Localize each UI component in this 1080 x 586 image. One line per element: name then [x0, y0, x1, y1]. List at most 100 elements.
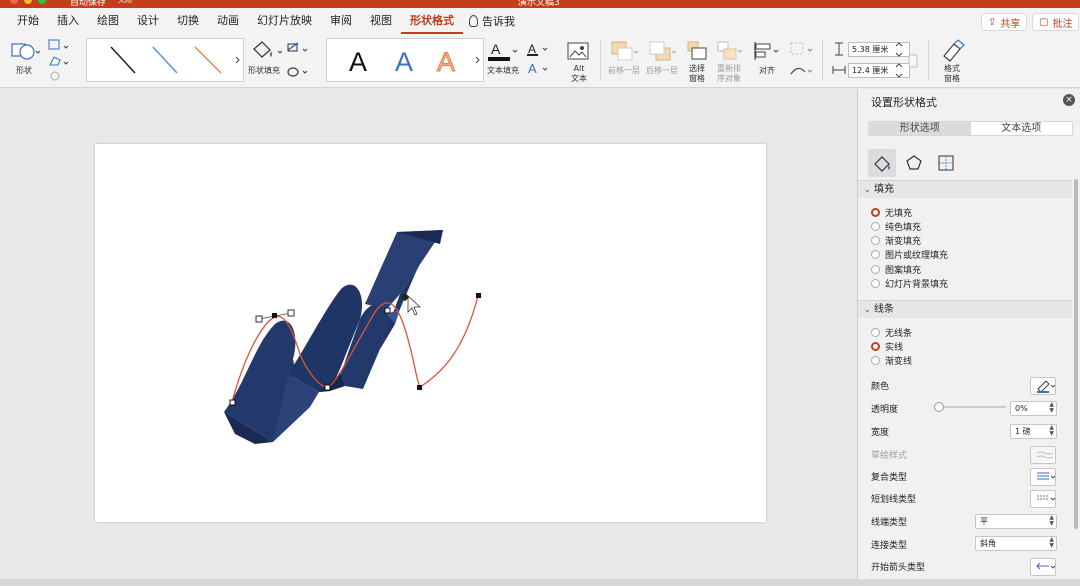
line-style-black[interactable] — [110, 46, 136, 74]
transparency-slider-thumb[interactable] — [934, 402, 944, 412]
reorder-objects-icon[interactable] — [716, 40, 744, 62]
format-pane-icon[interactable] — [940, 38, 966, 64]
transparency-slider[interactable] — [934, 401, 1008, 413]
line-option-solid[interactable]: 实线 — [871, 340, 903, 353]
stepper-icon[interactable]: ▲ ▼ — [1049, 402, 1054, 414]
vertex-point[interactable] — [272, 313, 277, 318]
line-style-blue[interactable] — [152, 46, 178, 74]
tab-animations[interactable]: 动画 — [208, 8, 248, 34]
bring-forward-icon[interactable] — [610, 40, 638, 62]
edit-shape-icons[interactable] — [47, 38, 73, 82]
height-stepper-icon[interactable] — [895, 40, 903, 60]
line-option-none[interactable]: 无线条 — [871, 326, 912, 339]
text-outline-effects-icons[interactable]: A A — [525, 40, 551, 78]
compound-type-picker[interactable] — [1030, 468, 1056, 486]
pane-scrollbar-thumb[interactable] — [1074, 179, 1078, 529]
tab-shape-options[interactable]: 形状选项 — [869, 122, 971, 135]
vertex-point[interactable] — [384, 307, 391, 314]
vertex-point[interactable] — [417, 385, 422, 390]
bezier-handle-point[interactable] — [255, 315, 263, 323]
cap-type-select[interactable]: 平 ▲ ▼ — [975, 514, 1057, 529]
join-type-value: 斜角 — [980, 539, 996, 548]
minimize-window-button[interactable] — [24, 0, 32, 4]
vertex-point[interactable] — [476, 293, 481, 298]
wordart-style-black[interactable]: A — [349, 47, 367, 77]
tab-transitions[interactable]: 切换 — [168, 8, 208, 34]
tab-text-options[interactable]: 文本选项 — [971, 122, 1073, 135]
send-backward-icon[interactable] — [648, 40, 676, 62]
line-option-gradient[interactable]: 渐变线 — [871, 354, 912, 367]
fill-line-category-button[interactable] — [868, 149, 896, 177]
text-fill-icon[interactable]: A — [487, 40, 519, 64]
line-style-orange[interactable] — [194, 46, 222, 74]
close-icon[interactable]: × — [1063, 94, 1075, 106]
bezier-handle-point[interactable] — [287, 309, 295, 317]
outline-effects-icons[interactable] — [286, 40, 312, 80]
radio[interactable] — [871, 265, 880, 274]
alt-text-icon[interactable] — [566, 40, 592, 62]
radio[interactable] — [871, 250, 880, 259]
begin-arrow-type-picker[interactable] — [1030, 558, 1056, 576]
chevron-right-icon[interactable] — [235, 56, 240, 64]
line-color-picker[interactable] — [1030, 377, 1056, 395]
line-style-previews — [110, 46, 240, 74]
share-button[interactable]: ⇪ 共享 — [981, 13, 1028, 31]
tab-review[interactable]: 审阅 — [321, 8, 361, 34]
tab-view[interactable]: 视图 — [361, 8, 401, 34]
effects-category-button[interactable] — [900, 149, 928, 177]
tab-shape-format[interactable]: 形状格式 — [401, 8, 463, 34]
autosave-toggle[interactable]: 关闭 — [118, 0, 132, 5]
shapes-icon[interactable] — [10, 40, 40, 62]
tell-me-search[interactable]: 告诉我 — [463, 13, 515, 29]
wordart-gallery[interactable]: A A A — [326, 38, 484, 82]
comment-icon: ▢ — [1039, 16, 1049, 28]
arrow-line-icon — [1036, 562, 1056, 570]
tab-insert[interactable]: 插入 — [48, 8, 88, 34]
vertex-point[interactable] — [324, 384, 331, 391]
group-rotate-icons[interactable] — [788, 40, 816, 80]
chevron-right-icon[interactable] — [475, 56, 480, 64]
tell-me-label: 告诉我 — [482, 15, 515, 28]
radio-selected[interactable] — [871, 342, 880, 351]
fill-option-pattern[interactable]: 图案填充 — [871, 263, 921, 276]
tab-design[interactable]: 设计 — [128, 8, 168, 34]
tab-draw[interactable]: 绘图 — [88, 8, 128, 34]
lock-aspect-icon[interactable] — [907, 48, 919, 76]
fill-option-slide-background[interactable]: 幻灯片背景填充 — [871, 277, 948, 290]
zoom-window-button[interactable] — [38, 0, 46, 4]
align-icon[interactable] — [752, 40, 782, 62]
chevron-down-icon: ⌄ — [864, 305, 871, 314]
slide-canvas[interactable] — [95, 144, 766, 522]
radio[interactable] — [871, 222, 880, 231]
line-section-header[interactable]: ⌄ 线条 — [858, 300, 1072, 318]
selection-pane-icon[interactable] — [686, 40, 710, 62]
width-stepper-icon[interactable] — [895, 61, 903, 81]
comments-button[interactable]: ▢ 批注 — [1032, 13, 1080, 31]
tab-slideshow[interactable]: 幻灯片放映 — [248, 8, 321, 34]
wordart-style-blue[interactable]: A — [395, 47, 413, 77]
fill-option-picture[interactable]: 图片或纹理填充 — [871, 248, 948, 261]
wordart-style-orange[interactable]: A — [437, 47, 456, 78]
sketch-style-picker[interactable] — [1030, 446, 1056, 464]
transparency-input[interactable]: 0% ▲ ▼ — [1010, 401, 1057, 416]
stepper-icon[interactable]: ▲ ▼ — [1049, 425, 1054, 437]
line-style-gallery[interactable] — [86, 38, 244, 82]
line-width-input[interactable]: 1 磅 ▲ ▼ — [1010, 424, 1057, 439]
paint-bucket-icon[interactable] — [250, 39, 286, 61]
vertex-point[interactable] — [229, 399, 236, 406]
radio[interactable] — [871, 236, 880, 245]
fill-option-gradient[interactable]: 渐变填充 — [871, 234, 921, 247]
size-properties-category-button[interactable] — [932, 149, 960, 177]
radio[interactable] — [871, 279, 880, 288]
radio-selected[interactable] — [871, 208, 880, 217]
dash-type-picker[interactable] — [1030, 490, 1056, 508]
close-window-button[interactable] — [10, 0, 18, 4]
fill-option-none[interactable]: 无填充 — [871, 206, 912, 219]
pane-scrollbar[interactable] — [1073, 179, 1079, 579]
fill-option-solid[interactable]: 纯色填充 — [871, 220, 921, 233]
fill-section-header[interactable]: ⌄ 填充 — [858, 180, 1072, 198]
join-type-select[interactable]: 斜角 ▲ ▼ — [975, 536, 1057, 551]
tab-home[interactable]: 开始 — [8, 8, 48, 34]
radio[interactable] — [871, 356, 880, 365]
radio[interactable] — [871, 328, 880, 337]
